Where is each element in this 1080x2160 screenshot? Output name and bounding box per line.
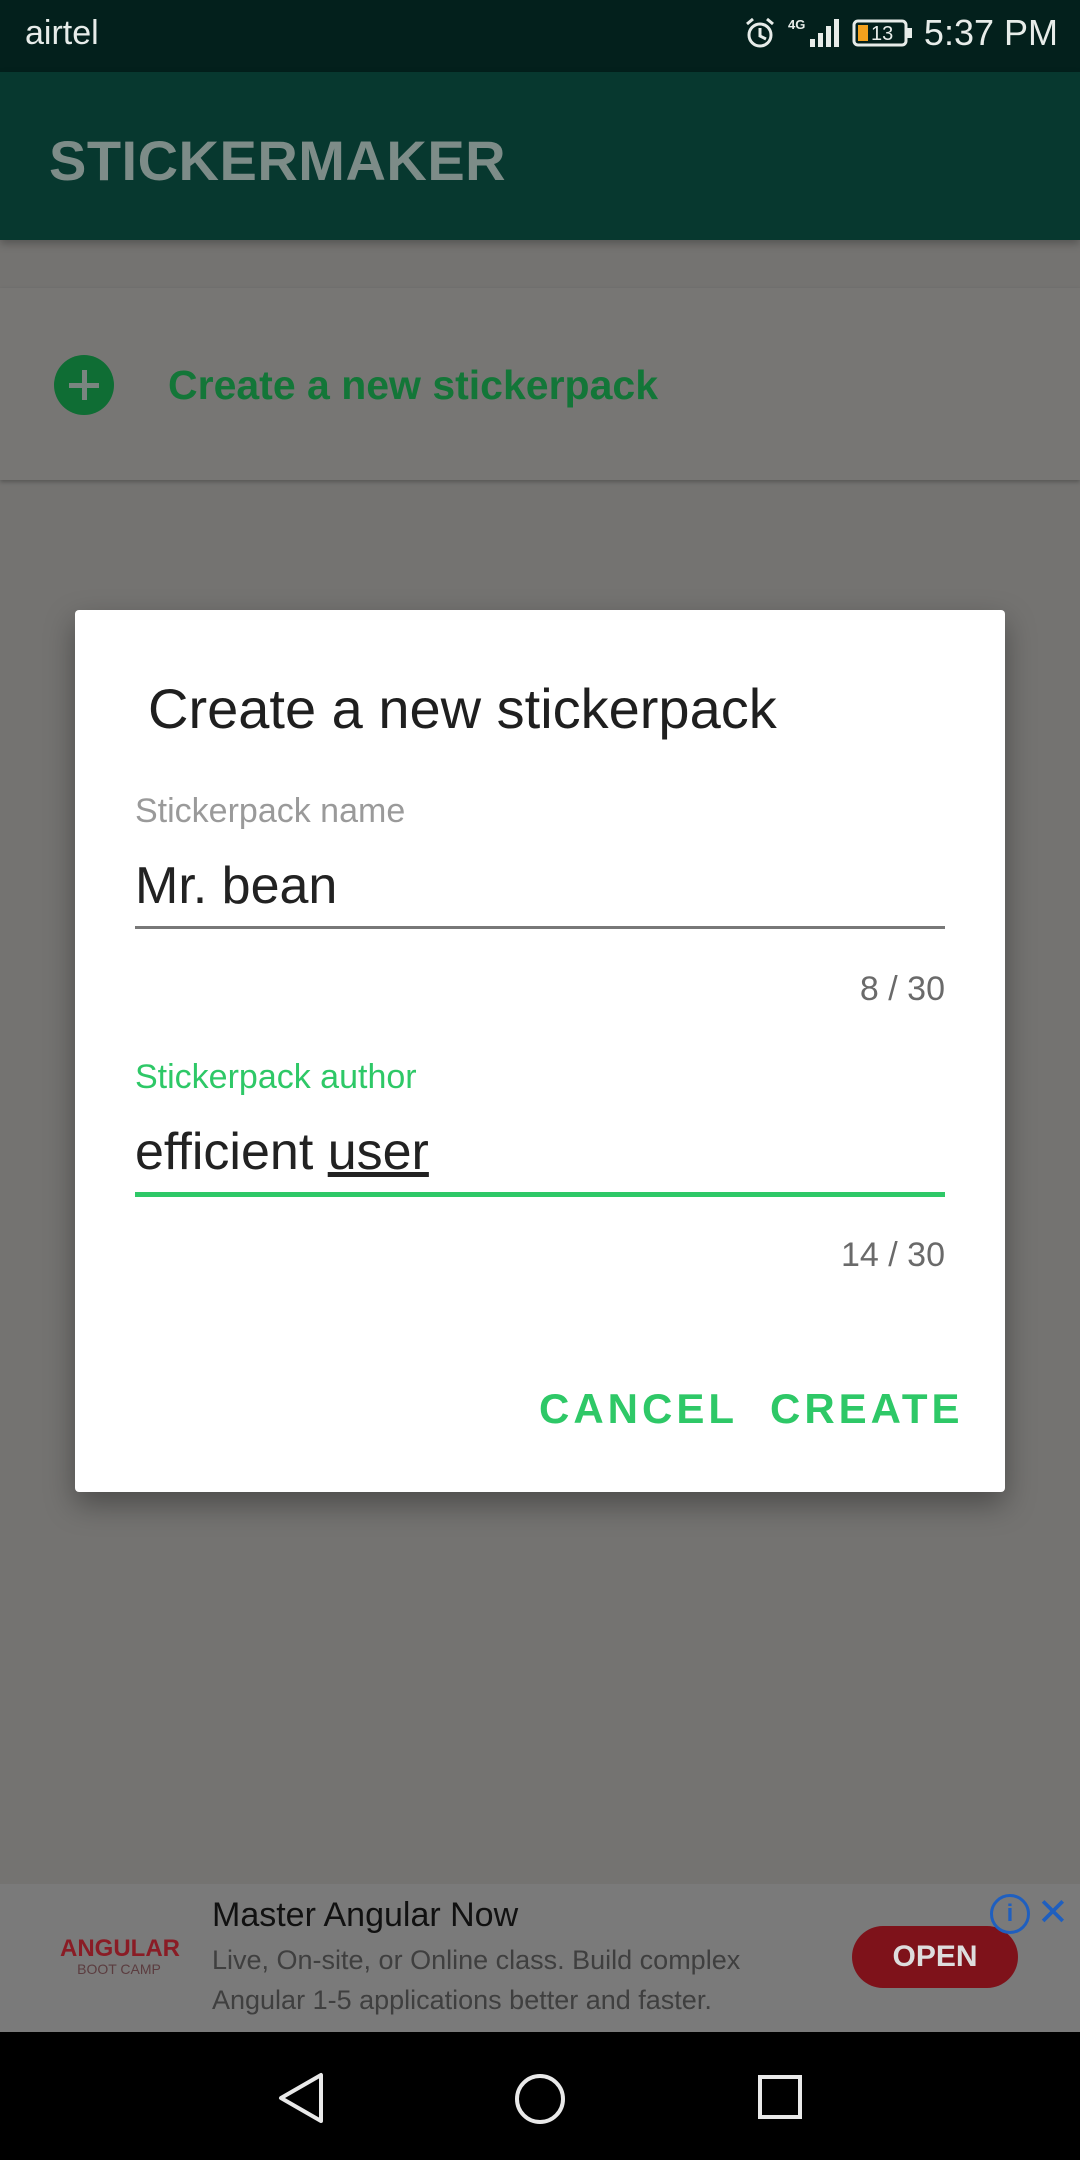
stickerpack-author-input[interactable]: efficient user [135,1122,945,1197]
network-type: 4G [788,17,805,32]
clock: 5:37 PM [923,12,1058,53]
app-title: STICKERMAKER [49,129,507,192]
alarm-icon [745,17,774,48]
battery-icon: 13 [852,19,912,47]
app-bar: STICKERMAKER [0,72,1080,240]
create-stickerpack-dialog: Create a new stickerpack Stickerpack nam… [75,610,1005,1492]
stickerpack-name-input[interactable]: Mr. bean [135,856,945,929]
stickerpack-name-counter: 8 / 30 [859,970,945,1008]
create-button[interactable]: CREATE [770,1385,964,1433]
stickerpack-author-label: Stickerpack author [135,1058,417,1096]
ad-info-icon[interactable]: i [990,1894,1030,1934]
create-stickerpack-label[interactable]: Create a new stickerpack [168,362,658,409]
recents-icon[interactable] [757,2074,803,2120]
status-icons: 4G 13 5:37 PM [742,12,1058,54]
signal-icon: 4G [788,17,839,47]
stickerpack-name-label: Stickerpack name [135,792,406,830]
ad-open-button[interactable]: OPEN [852,1926,1018,1988]
ad-logo-bottom: BOOT CAMP [77,1961,161,1977]
back-icon[interactable] [277,2072,325,2124]
ad-body: Live, On-site, or Online class. Build co… [212,1945,741,2015]
stickerpack-author-counter: 14 / 30 [841,1236,945,1274]
home-icon[interactable] [513,2072,567,2126]
carrier-name: airtel [25,14,99,52]
stickerpack-author-value-suffix: user [327,1123,429,1181]
ad-logo: ANGULAR BOOT CAMP [60,1935,180,1978]
ad-close-icon[interactable]: ✕ [1037,1890,1069,1935]
navigation-bar [0,2032,1080,2160]
stickerpack-author-value-prefix: efficient [135,1123,328,1181]
ad-title[interactable]: Master Angular Now [212,1896,518,1935]
battery-level: 13 [871,23,893,45]
dialog-title: Create a new stickerpack [148,677,777,740]
ad-logo-top: ANGULAR [60,1935,180,1962]
add-circle-icon[interactable] [54,355,114,415]
ad-banner[interactable]: ANGULAR BOOT CAMP Master Angular Now Liv… [0,1884,1080,2032]
cancel-button[interactable]: CANCEL [539,1385,738,1433]
stickerpack-name-value: Mr. bean [135,857,338,915]
status-bar: airtel 4G 13 5:37 PM [0,0,1080,72]
